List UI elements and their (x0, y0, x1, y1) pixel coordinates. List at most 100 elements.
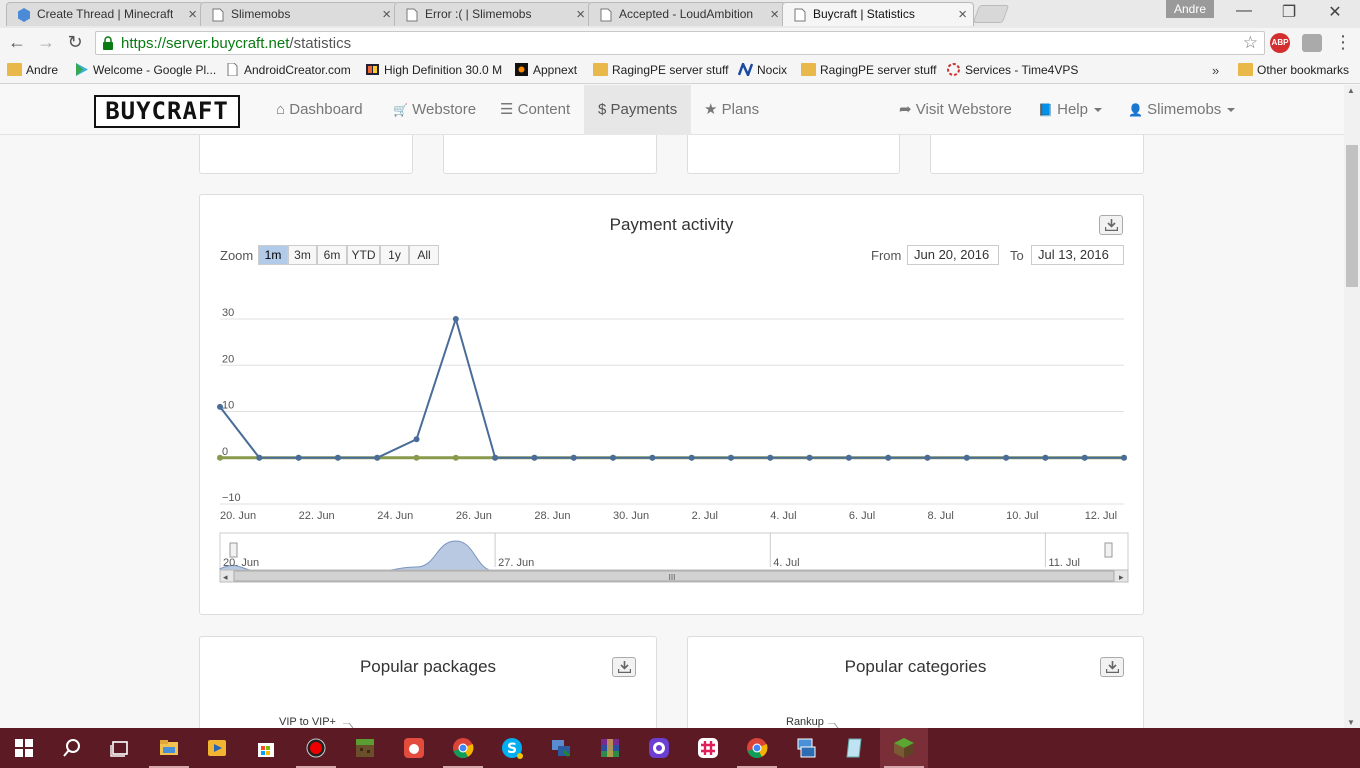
zoom-all-button[interactable]: All (409, 245, 439, 265)
close-icon[interactable]: × (188, 6, 197, 23)
taskbar-minecraft-block[interactable] (880, 728, 928, 768)
bookmark-time4vps[interactable]: Services - Time4VPS (946, 63, 1078, 77)
data-point (374, 454, 381, 461)
bookmarks-overflow-button[interactable]: » (1212, 63, 1219, 78)
taskbar-media-player[interactable] (193, 728, 241, 768)
scrollbar-thumb[interactable] (1346, 145, 1358, 287)
other-bookmarks[interactable]: Other bookmarks (1238, 63, 1349, 77)
nav-dashboard[interactable]: ⌂ Dashboard (276, 85, 363, 135)
bookmark-ragingpe-1[interactable]: RagingPE server stuff (593, 63, 729, 77)
gift-icon (404, 738, 424, 758)
download-icon (1106, 661, 1119, 673)
data-point (885, 454, 892, 461)
zoom-1y-button[interactable]: 1y (380, 245, 409, 265)
taskbar-remote-desktop[interactable] (782, 728, 830, 768)
address-bar[interactable]: https://server.buycraft.net/statistics ☆ (95, 31, 1265, 55)
zoom-3m-button[interactable]: 3m (288, 245, 317, 265)
nav-webstore[interactable]: 🛒 Webstore (393, 85, 476, 135)
reload-button[interactable]: ↻ (63, 32, 87, 53)
bookmark-nocix[interactable]: Nocix (738, 63, 787, 77)
adblock-plus-icon[interactable]: ABP (1270, 33, 1290, 53)
browser-tab-slimemobs[interactable]: Slimemobs × (200, 2, 398, 26)
browser-tab-error[interactable]: Error :( | Slimemobs × (394, 2, 592, 26)
page-icon (794, 8, 806, 22)
taskbar-skype[interactable]: S (488, 728, 536, 768)
x-tick-label: 12. Jul (1085, 510, 1117, 522)
time4vps-icon (947, 63, 960, 76)
nav-visit-webstore[interactable]: ➦ Visit Webstore (899, 85, 1012, 135)
tab-label: Create Thread | Minecraft (37, 7, 174, 21)
taskbar-store[interactable] (242, 728, 290, 768)
profile-name[interactable]: Andre (1166, 0, 1214, 18)
download-chart-button[interactable] (1099, 215, 1123, 235)
from-date-input[interactable]: Jun 20, 2016 (907, 245, 999, 265)
bookmark-label: Andre (26, 63, 59, 77)
zoom-1m-button[interactable]: 1m (258, 245, 288, 265)
navigator-label: 27. Jun (498, 557, 534, 569)
bookmark-androidcreator[interactable]: AndroidCreator.com (225, 63, 351, 77)
data-point (492, 454, 499, 461)
bookmark-ragingpe-2[interactable]: RagingPE server stuff (801, 63, 937, 77)
nav-user-dropdown[interactable]: 👤 Slimemobs (1128, 85, 1236, 135)
taskbar-winrar[interactable] (586, 728, 634, 768)
nav-plans[interactable]: ★ Plans (704, 85, 759, 135)
navigator-label: 20. Jun (223, 557, 259, 569)
nav-content[interactable]: ☰ Content (500, 85, 570, 135)
scroll-up-arrow[interactable]: ▲ (1347, 86, 1355, 95)
page-scrollbar[interactable]: ▲ ▼ (1344, 85, 1360, 728)
zoom-ytd-button[interactable]: YTD (347, 245, 380, 265)
close-icon[interactable]: × (576, 6, 585, 23)
bookmark-high-definition[interactable]: High Definition 30.0 M (365, 63, 503, 77)
back-button[interactable]: ← (5, 32, 29, 53)
site-navbar: BUYCRAFT ⌂ Dashboard 🛒 Webstore ☰ Conten… (0, 85, 1344, 135)
zoom-6m-button[interactable]: 6m (317, 245, 347, 265)
download-chart-button[interactable] (1100, 657, 1124, 677)
task-view-button[interactable] (96, 728, 144, 768)
browser-tab-create-thread[interactable]: Create Thread | Minecraft × (6, 2, 204, 26)
taskbar-recorder[interactable] (292, 728, 340, 768)
folder-icon (1238, 63, 1253, 76)
taskbar-gift-app[interactable] (390, 728, 438, 768)
close-window-button[interactable]: ✕ (1320, 2, 1350, 22)
bookmark-google-play[interactable]: Welcome - Google Pl... (74, 63, 216, 77)
search-button[interactable] (48, 728, 96, 768)
browser-tab-accepted[interactable]: Accepted - LoudAmbition × (588, 2, 786, 26)
forward-button[interactable]: → (34, 32, 58, 53)
extension-icon[interactable] (1302, 34, 1322, 52)
minimize-button[interactable]: — (1229, 2, 1259, 20)
taskbar-minecraft[interactable] (341, 728, 389, 768)
nav-payments[interactable]: $ Payments (584, 85, 692, 135)
lock-icon (103, 36, 113, 50)
taskbar-file-explorer[interactable] (145, 728, 193, 768)
close-icon[interactable]: × (382, 6, 391, 23)
close-icon[interactable]: × (770, 6, 779, 23)
panel-title: Payment activity (609, 215, 734, 234)
bookmark-andre[interactable]: Andre (7, 63, 58, 77)
bookmark-star-icon[interactable]: ☆ (1243, 33, 1258, 53)
taskbar-purple-app[interactable] (635, 728, 683, 768)
y-tick-label: −10 (222, 492, 241, 504)
scroll-left-arrow: ◂ (223, 573, 228, 583)
taskbar-slack[interactable] (684, 728, 732, 768)
taskbar-chrome[interactable] (439, 728, 487, 768)
x-tick-label: 6. Jul (849, 510, 875, 522)
browser-menu-icon[interactable]: ⋮ (1334, 32, 1352, 53)
slack-icon (698, 738, 718, 758)
browser-tab-buycraft-statistics[interactable]: Buycraft | Statistics × (782, 2, 974, 26)
close-icon[interactable]: × (958, 6, 967, 23)
to-date-input[interactable]: Jul 13, 2016 (1031, 245, 1124, 265)
new-tab-button[interactable] (972, 5, 1010, 23)
navigator-label: 11. Jul (1048, 557, 1080, 569)
scroll-right-arrow: ▸ (1119, 573, 1124, 583)
bookmark-appnext[interactable]: Appnext (514, 63, 577, 77)
nav-help-dropdown[interactable]: 📘 Help (1038, 85, 1102, 135)
x-tick-label: 2. Jul (692, 510, 718, 522)
buycraft-logo[interactable]: BUYCRAFT (94, 95, 240, 128)
scroll-down-arrow[interactable]: ▼ (1347, 718, 1355, 727)
taskbar-chrome-2[interactable] (733, 728, 781, 768)
start-button[interactable] (0, 728, 48, 768)
download-chart-button[interactable] (612, 657, 636, 677)
taskbar-network-app[interactable] (537, 728, 585, 768)
taskbar-notepad[interactable] (831, 728, 879, 768)
restore-button[interactable]: ❐ (1274, 2, 1304, 22)
